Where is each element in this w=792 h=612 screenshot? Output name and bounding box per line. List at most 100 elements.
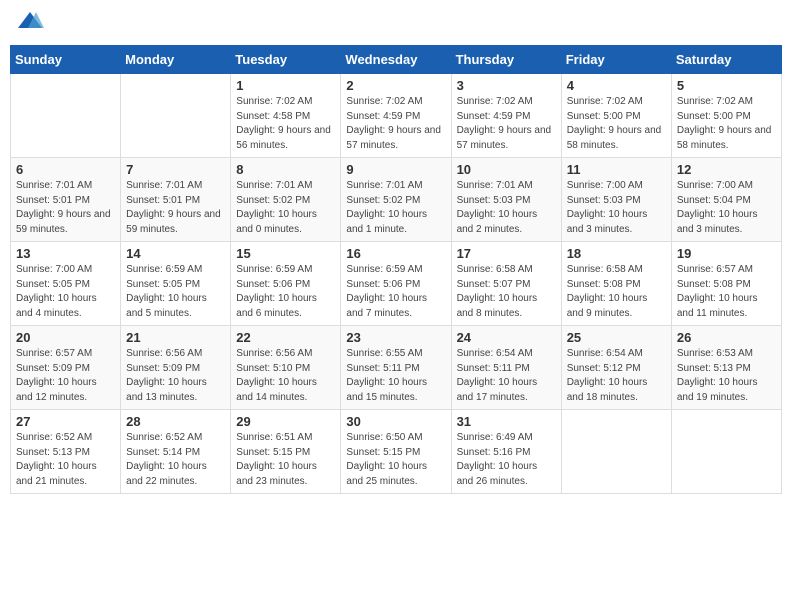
day-cell: 2Sunrise: 7:02 AM Sunset: 4:59 PM Daylig…: [341, 74, 451, 158]
day-cell: 7Sunrise: 7:01 AM Sunset: 5:01 PM Daylig…: [121, 158, 231, 242]
day-cell: 30 Sunrise: 6:50 AM Sunset: 5:15 PM Dayli…: [341, 410, 451, 494]
day-number: 6: [16, 162, 115, 177]
day-number: 18: [567, 246, 666, 261]
day-info: Sunrise: 7:02 AM Sunset: 5:00 PM Dayligh…: [677, 95, 776, 153]
day-info: Sunrise: 6:50 AM Sunset: 5:15 PM Dayligh…: [346, 431, 445, 489]
day-cell: 18 Sunrise: 6:58 AM Sunset: 5:08 PM Dayli…: [561, 242, 671, 326]
day-cell: 20 Sunrise: 6:57 AM Sunset: 5:09 PM Dayli…: [11, 326, 121, 410]
day-info: Sunrise: 6:55 AM Sunset: 5:11 PM Dayligh…: [346, 347, 445, 405]
day-cell: [561, 410, 671, 494]
day-info: Sunrise: 6:51 AM Sunset: 5:15 PM Dayligh…: [236, 431, 335, 489]
day-cell: 12Sunrise: 7:00 AM Sunset: 5:04 PM Dayli…: [671, 158, 781, 242]
day-info: Sunrise: 6:56 AM Sunset: 5:09 PM Dayligh…: [126, 347, 225, 405]
day-number: 2: [346, 78, 445, 93]
day-number: 3: [457, 78, 556, 93]
day-number: 11: [567, 162, 666, 177]
day-number: 27: [16, 414, 115, 429]
day-number: 13: [16, 246, 115, 261]
day-number: 23: [346, 330, 445, 345]
day-cell: 27 Sunrise: 6:52 AM Sunset: 5:13 PM Dayli…: [11, 410, 121, 494]
day-number: 25: [567, 330, 666, 345]
day-info: Sunrise: 6:52 AM Sunset: 5:13 PM Dayligh…: [16, 431, 115, 489]
day-number: 10: [457, 162, 556, 177]
day-cell: 3 Sunrise: 7:02 AM Sunset: 4:59 PM Daylig…: [451, 74, 561, 158]
logo: [14, 10, 44, 37]
day-number: 29: [236, 414, 335, 429]
day-info: Sunrise: 6:54 AM Sunset: 5:11 PM Dayligh…: [457, 347, 556, 405]
calendar-header-row: SundayMondayTuesdayWednesdayThursdayFrid…: [11, 46, 782, 74]
day-number: 17: [457, 246, 556, 261]
day-info: Sunrise: 7:02 AM Sunset: 5:00 PM Dayligh…: [567, 95, 666, 153]
day-info: Sunrise: 6:59 AM Sunset: 5:06 PM Dayligh…: [346, 263, 445, 321]
day-info: Sunrise: 6:54 AM Sunset: 5:12 PM Dayligh…: [567, 347, 666, 405]
day-number: 31: [457, 414, 556, 429]
day-cell: 29 Sunrise: 6:51 AM Sunset: 5:15 PM Dayli…: [231, 410, 341, 494]
day-number: 9: [346, 162, 445, 177]
day-info: Sunrise: 7:01 AM Sunset: 5:01 PM Dayligh…: [16, 179, 115, 237]
col-header-wednesday: Wednesday: [341, 46, 451, 74]
day-info: Sunrise: 6:57 AM Sunset: 5:08 PM Dayligh…: [677, 263, 776, 321]
day-number: 4: [567, 78, 666, 93]
day-number: 16: [346, 246, 445, 261]
day-cell: 11Sunrise: 7:00 AM Sunset: 5:03 PM Dayli…: [561, 158, 671, 242]
day-info: Sunrise: 6:59 AM Sunset: 5:06 PM Dayligh…: [236, 263, 335, 321]
day-number: 24: [457, 330, 556, 345]
day-info: Sunrise: 6:58 AM Sunset: 5:07 PM Dayligh…: [457, 263, 556, 321]
day-info: Sunrise: 7:02 AM Sunset: 4:59 PM Dayligh…: [457, 95, 556, 153]
day-cell: 25 Sunrise: 6:54 AM Sunset: 5:12 PM Dayli…: [561, 326, 671, 410]
day-info: Sunrise: 7:01 AM Sunset: 5:03 PM Dayligh…: [457, 179, 556, 237]
col-header-thursday: Thursday: [451, 46, 561, 74]
day-number: 15: [236, 246, 335, 261]
day-info: Sunrise: 6:49 AM Sunset: 5:16 PM Dayligh…: [457, 431, 556, 489]
week-row-3: 13 Sunrise: 7:00 AM Sunset: 5:05 PM Dayli…: [11, 242, 782, 326]
day-cell: 6 Sunrise: 7:01 AM Sunset: 5:01 PM Daylig…: [11, 158, 121, 242]
day-cell: [121, 74, 231, 158]
day-number: 20: [16, 330, 115, 345]
day-number: 30: [346, 414, 445, 429]
day-number: 28: [126, 414, 225, 429]
day-cell: 28 Sunrise: 6:52 AM Sunset: 5:14 PM Dayli…: [121, 410, 231, 494]
day-cell: 16 Sunrise: 6:59 AM Sunset: 5:06 PM Dayli…: [341, 242, 451, 326]
day-cell: 8 Sunrise: 7:01 AM Sunset: 5:02 PM Daylig…: [231, 158, 341, 242]
day-info: Sunrise: 7:00 AM Sunset: 5:04 PM Dayligh…: [677, 179, 776, 237]
day-cell: 4 Sunrise: 7:02 AM Sunset: 5:00 PM Daylig…: [561, 74, 671, 158]
day-cell: [671, 410, 781, 494]
day-number: 1: [236, 78, 335, 93]
col-header-sunday: Sunday: [11, 46, 121, 74]
day-info: Sunrise: 6:57 AM Sunset: 5:09 PM Dayligh…: [16, 347, 115, 405]
day-cell: 26 Sunrise: 6:53 AM Sunset: 5:13 PM Dayli…: [671, 326, 781, 410]
col-header-saturday: Saturday: [671, 46, 781, 74]
day-info: Sunrise: 7:02 AM Sunset: 4:58 PM Dayligh…: [236, 95, 335, 153]
day-number: 14: [126, 246, 225, 261]
col-header-monday: Monday: [121, 46, 231, 74]
week-row-2: 6 Sunrise: 7:01 AM Sunset: 5:01 PM Daylig…: [11, 158, 782, 242]
day-info: Sunrise: 6:58 AM Sunset: 5:08 PM Dayligh…: [567, 263, 666, 321]
day-cell: 24 Sunrise: 6:54 AM Sunset: 5:11 PM Dayli…: [451, 326, 561, 410]
day-number: 19: [677, 246, 776, 261]
day-cell: 15 Sunrise: 6:59 AM Sunset: 5:06 PM Dayli…: [231, 242, 341, 326]
logo-icon: [16, 10, 44, 32]
day-cell: 19 Sunrise: 6:57 AM Sunset: 5:08 PM Dayli…: [671, 242, 781, 326]
day-info: Sunrise: 6:53 AM Sunset: 5:13 PM Dayligh…: [677, 347, 776, 405]
day-number: 5: [677, 78, 776, 93]
day-cell: 17 Sunrise: 6:58 AM Sunset: 5:07 PM Dayli…: [451, 242, 561, 326]
col-header-tuesday: Tuesday: [231, 46, 341, 74]
col-header-friday: Friday: [561, 46, 671, 74]
day-cell: 1 Sunrise: 7:02 AM Sunset: 4:58 PM Daylig…: [231, 74, 341, 158]
day-info: Sunrise: 6:52 AM Sunset: 5:14 PM Dayligh…: [126, 431, 225, 489]
day-number: 21: [126, 330, 225, 345]
day-cell: 31 Sunrise: 6:49 AM Sunset: 5:16 PM Dayli…: [451, 410, 561, 494]
header: [10, 10, 782, 37]
calendar: SundayMondayTuesdayWednesdayThursdayFrid…: [10, 45, 782, 494]
week-row-5: 27 Sunrise: 6:52 AM Sunset: 5:13 PM Dayli…: [11, 410, 782, 494]
week-row-1: 1 Sunrise: 7:02 AM Sunset: 4:58 PM Daylig…: [11, 74, 782, 158]
day-cell: 10 Sunrise: 7:01 AM Sunset: 5:03 PM Dayli…: [451, 158, 561, 242]
day-number: 26: [677, 330, 776, 345]
day-cell: 9 Sunrise: 7:01 AM Sunset: 5:02 PM Daylig…: [341, 158, 451, 242]
day-cell: 21 Sunrise: 6:56 AM Sunset: 5:09 PM Dayli…: [121, 326, 231, 410]
day-info: Sunrise: 7:00 AM Sunset: 5:05 PM Dayligh…: [16, 263, 115, 321]
day-cell: [11, 74, 121, 158]
day-info: Sunrise: 7:01 AM Sunset: 5:02 PM Dayligh…: [236, 179, 335, 237]
day-number: 8: [236, 162, 335, 177]
day-info: Sunrise: 7:01 AM Sunset: 5:02 PM Dayligh…: [346, 179, 445, 237]
